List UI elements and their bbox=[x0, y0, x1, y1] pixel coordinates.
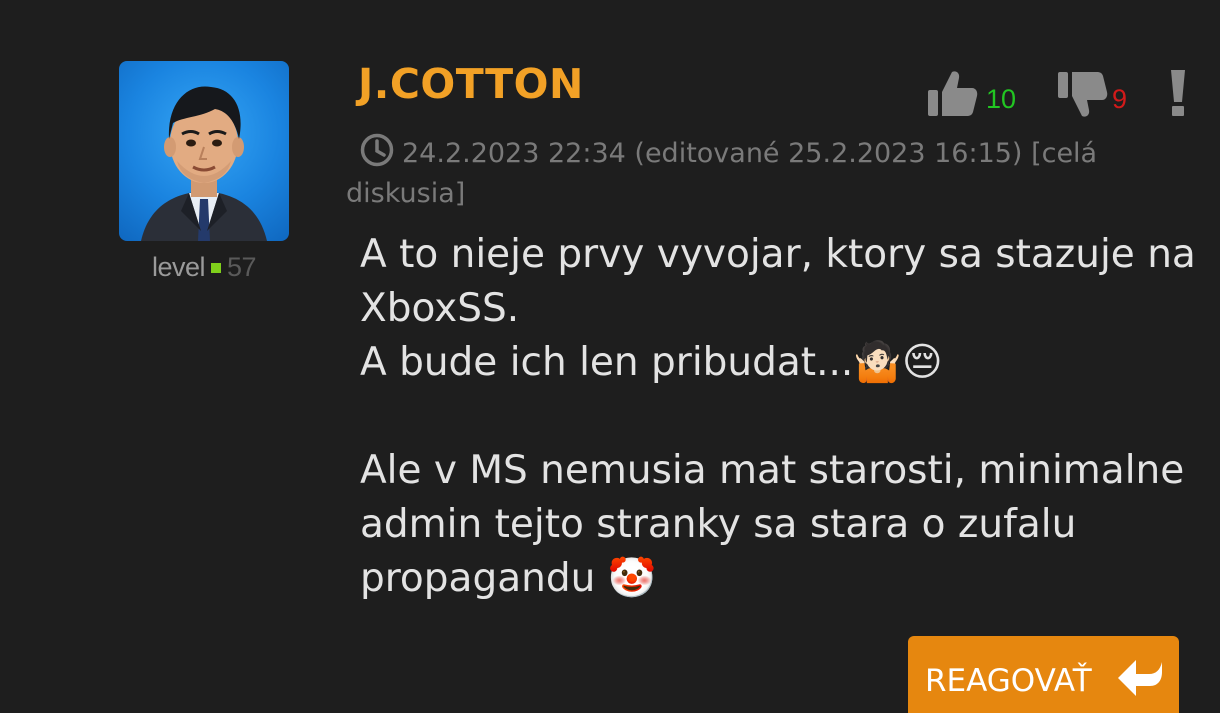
vote-bar: 10 9 bbox=[926, 68, 1196, 120]
level-label: level bbox=[151, 252, 206, 282]
username[interactable]: J.COTTON bbox=[358, 60, 584, 108]
level-indicator-icon bbox=[210, 262, 221, 273]
comment-timestamp: 24.2.2023 22:34 bbox=[402, 138, 626, 169]
comment-text-line: A to nieje prvy vyvojar, ktory sa stazuj… bbox=[360, 232, 1196, 331]
thumbs-down-icon[interactable] bbox=[1056, 70, 1108, 120]
comment: level 57 J.COTTON 10 9 24.2.2023 22:34 (e… bbox=[0, 0, 1220, 713]
level-value: 57 bbox=[226, 252, 257, 282]
comment-text-line: A bude ich len pribudat...🤷🏻😔 bbox=[360, 340, 943, 385]
upvote-count: 10 bbox=[986, 84, 1017, 114]
edited-timestamp: (editované 25.2.2023 16:15) bbox=[634, 138, 1023, 169]
comment-body: A to nieje prvy vyvojar, ktory sa stazuj… bbox=[360, 228, 1200, 606]
avatar-image bbox=[141, 86, 267, 241]
downvote-count: 9 bbox=[1112, 84, 1128, 114]
comment-text-line: Ale v MS nemusia mat starosti, minimalne… bbox=[360, 448, 1185, 601]
exclamation-icon[interactable] bbox=[1169, 68, 1187, 118]
user-level: level 57 bbox=[119, 252, 289, 283]
comment-meta: 24.2.2023 22:34 (editované 25.2.2023 16:… bbox=[346, 133, 1146, 214]
reply-button[interactable]: REAGOVAŤ bbox=[908, 636, 1179, 713]
avatar[interactable] bbox=[119, 61, 289, 241]
clock-icon bbox=[360, 133, 394, 167]
thumbs-up-icon[interactable] bbox=[926, 68, 978, 118]
reply-arrow-icon bbox=[1118, 660, 1162, 696]
reply-button-label: REAGOVAŤ bbox=[925, 663, 1092, 699]
